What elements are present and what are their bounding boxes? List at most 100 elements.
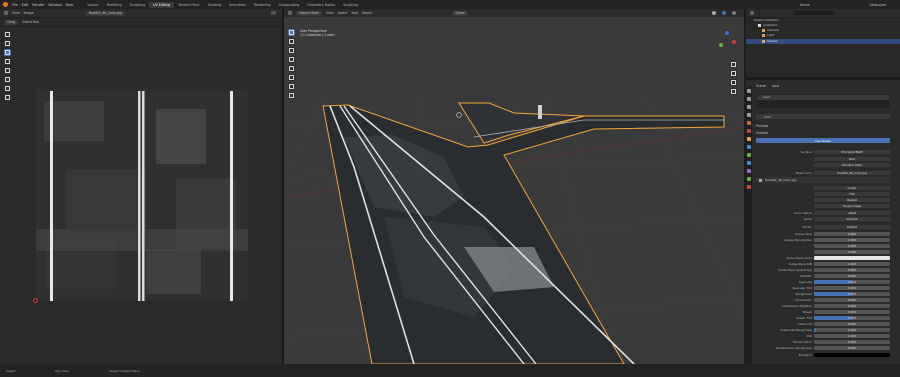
outliner-row[interactable]: Light bbox=[746, 33, 900, 38]
tool-cursor[interactable] bbox=[3, 31, 11, 38]
transform-orientation-dropdown[interactable]: Global bbox=[452, 10, 469, 16]
projection-dropdown[interactable]: Flat bbox=[814, 191, 890, 196]
tab-geometry-nodes[interactable]: Geometry Nodes bbox=[303, 2, 339, 8]
color-space-row[interactable]: Color Space sRGB bbox=[756, 210, 890, 215]
shader-property-field[interactable]: 0.000 bbox=[814, 346, 890, 351]
shader-property-row[interactable]: Anisotropic 0.000 bbox=[756, 298, 890, 303]
source-dropdown[interactable]: Single Image bbox=[814, 203, 890, 208]
tab-view-layer-icon[interactable] bbox=[746, 113, 751, 117]
shading-solid-icon[interactable] bbox=[712, 11, 716, 15]
base-color-field[interactable]: Road02_4K_Color.jpg bbox=[814, 170, 890, 175]
tool-sample[interactable] bbox=[3, 94, 11, 101]
subsurface-method-dropdown[interactable]: Random Walk bbox=[814, 162, 890, 167]
shader-property-row[interactable]: Transmission 0.000 bbox=[756, 340, 890, 345]
material-slot-item[interactable]: road bbox=[757, 95, 889, 100]
outliner-row-selected[interactable]: Curvan bbox=[746, 39, 900, 44]
menu-help[interactable]: Help bbox=[66, 3, 74, 7]
surface-panel-header[interactable]: Surface bbox=[756, 131, 768, 135]
shader-property-field[interactable]: 1.000 bbox=[814, 237, 890, 242]
tab-layout[interactable]: Layout bbox=[83, 2, 102, 8]
tab-particles-icon[interactable] bbox=[746, 153, 751, 157]
tab-modifier-icon[interactable] bbox=[746, 145, 751, 149]
shading-rendered-icon[interactable] bbox=[732, 11, 736, 15]
interpolation-row[interactable]: Linear bbox=[756, 185, 890, 190]
zoom-icon[interactable] bbox=[730, 61, 737, 68]
tab-shading[interactable]: Shading bbox=[204, 2, 225, 8]
tab-animation[interactable]: Animation bbox=[225, 2, 250, 8]
distribution-row[interactable]: GGX bbox=[756, 156, 890, 161]
shader-property-row[interactable]: Specular 0.500 bbox=[756, 279, 890, 284]
viewport-object-menu[interactable]: Object bbox=[362, 11, 372, 15]
tool-measure-3d[interactable] bbox=[287, 92, 295, 99]
color-space-dropdown[interactable]: sRGB bbox=[814, 210, 890, 215]
menu-file[interactable]: File bbox=[12, 3, 18, 7]
shader-property-row[interactable]: IOR 1.450 bbox=[756, 334, 890, 339]
shader-property-row[interactable]: Sheen 0.000 bbox=[756, 310, 890, 315]
uv-2d-cursor-icon[interactable] bbox=[33, 298, 38, 303]
shader-property-field[interactable]: 0.500 bbox=[814, 279, 890, 284]
axis-x-icon[interactable] bbox=[732, 40, 736, 44]
vector-field[interactable]: Default bbox=[814, 224, 890, 229]
outliner-row[interactable]: Scene Collection bbox=[746, 18, 900, 23]
tool-select-box[interactable] bbox=[3, 49, 11, 56]
axis-z-icon[interactable] bbox=[725, 31, 729, 35]
shader-property-field[interactable]: 0.030 bbox=[814, 328, 890, 333]
shader-property-row[interactable]: 0.100 bbox=[756, 249, 890, 254]
shader-property-row[interactable]: Transmission Roughness 0.000 bbox=[756, 346, 890, 351]
projection-row[interactable]: Flat bbox=[756, 191, 890, 196]
uv-view-menu[interactable]: View bbox=[12, 11, 20, 15]
road-scene[interactable] bbox=[284, 17, 744, 364]
shader-property-field[interactable]: 0.000 bbox=[814, 231, 890, 236]
material-name-field[interactable]: road bbox=[764, 115, 771, 119]
tool-rotate[interactable] bbox=[3, 67, 11, 74]
tool-scale[interactable] bbox=[3, 76, 11, 83]
shader-property-row[interactable]: 0.200 bbox=[756, 243, 890, 248]
tool-transform-3d[interactable] bbox=[287, 74, 295, 81]
outliner-row[interactable]: Camera bbox=[746, 28, 900, 33]
alpha-dropdown[interactable]: Straight bbox=[814, 216, 890, 221]
tool-move[interactable] bbox=[3, 58, 11, 65]
scene-selector[interactable]: Scene bbox=[800, 3, 810, 7]
shader-property-row[interactable]: Specular Tint 0.000 bbox=[756, 285, 890, 290]
vector-row[interactable]: Vector Default bbox=[756, 224, 890, 229]
shader-property-field[interactable]: 1.450 bbox=[814, 334, 890, 339]
uv-sync-dropdown[interactable]: Chug bbox=[4, 19, 19, 25]
tab-material-icon[interactable] bbox=[746, 185, 751, 189]
shader-property-field[interactable]: 0.000 bbox=[814, 304, 890, 309]
shader-property-field[interactable]: 0.000 bbox=[814, 322, 890, 327]
surface-shader-field[interactable]: Principled BSDF bbox=[814, 149, 890, 154]
tool-scale-3d[interactable] bbox=[287, 65, 295, 72]
shader-property-field[interactable]: 0.100 bbox=[814, 249, 890, 254]
shader-property-row[interactable]: Subsurface IOR 1.400 bbox=[756, 261, 890, 266]
shader-property-field[interactable]: 0.200 bbox=[814, 243, 890, 248]
viewport-view-menu[interactable]: View bbox=[326, 11, 334, 15]
tab-constraints-icon[interactable] bbox=[746, 169, 751, 173]
tab-output-icon[interactable] bbox=[746, 105, 751, 109]
use-nodes-button[interactable]: Use Nodes bbox=[756, 138, 890, 143]
shader-property-field[interactable]: 1.400 bbox=[814, 261, 890, 266]
shader-property-row[interactable]: Subsurface Anisotropy 0.000 bbox=[756, 267, 890, 272]
shader-property-field[interactable]: 0.000 bbox=[814, 298, 890, 303]
shader-property-row[interactable]: Subsurface Radius 1.000 bbox=[756, 237, 890, 242]
ortho-toggle-icon[interactable] bbox=[730, 88, 737, 95]
tool-annotate[interactable] bbox=[3, 85, 11, 92]
shader-property-field[interactable]: 0.000 bbox=[814, 267, 890, 272]
tab-compositing[interactable]: Compositing bbox=[275, 2, 304, 8]
tab-sculpting[interactable]: Sculpting bbox=[126, 2, 149, 8]
tab-physics-icon[interactable] bbox=[746, 161, 751, 165]
viewport-add-menu[interactable]: Add bbox=[352, 11, 358, 15]
viewport-editor-type-icon[interactable] bbox=[288, 11, 292, 15]
tab-object-icon[interactable] bbox=[746, 137, 751, 141]
tool-annotate-3d[interactable] bbox=[287, 83, 295, 90]
extension-dropdown[interactable]: Repeat bbox=[814, 197, 890, 202]
shader-property-row[interactable]: Roughness 0.500 bbox=[756, 292, 890, 297]
extension-row[interactable]: Repeat bbox=[756, 197, 890, 202]
tool-select[interactable] bbox=[287, 29, 295, 36]
shader-property-field[interactable]: 0.000 bbox=[814, 310, 890, 315]
uv-image-selector[interactable]: Road02_4K_Color.jpg bbox=[85, 10, 125, 16]
preview-panel-header[interactable]: Preview bbox=[756, 124, 768, 128]
tab-rendering[interactable]: Rendering bbox=[250, 2, 275, 8]
shader-property-row[interactable]: Anisotropic Rotation 0.000 bbox=[756, 304, 890, 309]
tab-scripting[interactable]: Scripting bbox=[339, 2, 362, 8]
base-color-row[interactable]: Base Color Road02_4K_Color.jpg bbox=[756, 170, 890, 175]
